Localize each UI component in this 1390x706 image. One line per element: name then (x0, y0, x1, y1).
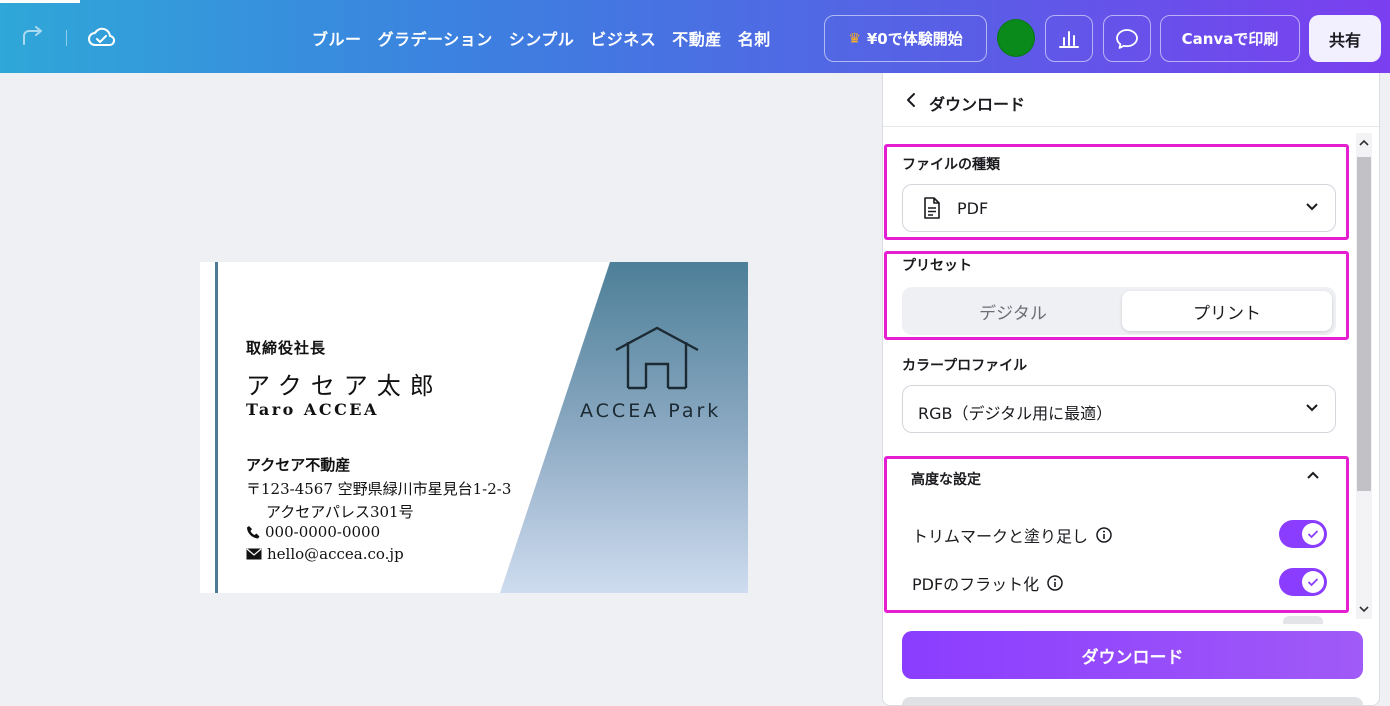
toolbar-divider (66, 30, 67, 46)
scroll-peek (1283, 616, 1323, 624)
canva-print-button[interactable]: Canvaで印刷 (1160, 15, 1300, 62)
scrollbar-thumb[interactable] (1357, 157, 1371, 491)
nav-blue[interactable]: ブルー (312, 26, 362, 50)
trim-marks-option: トリムマークと塗り足し (912, 523, 1112, 547)
share-button[interactable]: 共有 (1309, 15, 1381, 62)
nav-business-card[interactable]: 名刺 (738, 26, 771, 50)
file-type-value: PDF (957, 199, 989, 218)
nav-real-estate[interactable]: 不動産 (672, 26, 722, 50)
download-button[interactable]: ダウンロード (902, 631, 1363, 679)
card-logo-text: ACCEA Park (580, 400, 722, 422)
preset-segmented-control: デジタル プリント (902, 287, 1336, 335)
top-toolbar: ブルー グラデーション シンプル ビジネス 不動産 名刺 ♛ ¥0で体験開始 C… (0, 0, 1390, 73)
card-address-line1: 〒123-4567 空野県緑川市星見台1-2-3 (246, 480, 512, 498)
nav-gradation[interactable]: グラデーション (378, 26, 493, 50)
pdf-flatten-option: PDFのフラット化 (912, 571, 1063, 595)
card-gradient-band (500, 262, 748, 593)
top-strip (0, 0, 80, 3)
card-address-line2: アクセアパレス301号 (266, 503, 414, 521)
card-email-text: hello@accea.co.jp (267, 545, 404, 563)
comment-icon (1116, 28, 1138, 49)
template-category-nav: ブルー グラデーション シンプル ビジネス 不動産 名刺 (312, 26, 771, 50)
download-panel-header: ダウンロード (883, 73, 1379, 127)
advanced-settings-title[interactable]: 高度な設定 (911, 469, 981, 489)
scroll-down-arrow-icon[interactable] (1358, 603, 1370, 615)
pdf-flatten-toggle[interactable] (1279, 568, 1327, 596)
chevron-up-icon[interactable] (1306, 470, 1320, 480)
document-icon (924, 197, 940, 219)
toggle-knob (1302, 571, 1324, 593)
bar-chart-icon (1059, 30, 1079, 48)
nav-business[interactable]: ビジネス (590, 26, 656, 50)
pdf-flatten-label: PDFのフラット化 (912, 575, 1040, 594)
cloud-saved-icon[interactable] (86, 22, 116, 52)
chevron-down-icon (1306, 203, 1318, 211)
card-phone-text: 000-0000-0000 (265, 523, 381, 541)
trim-marks-label: トリムマークと塗り足し (912, 527, 1089, 546)
phone-icon (247, 525, 260, 538)
toggle-knob (1302, 523, 1324, 545)
color-profile-select[interactable]: RGB（デジタル用に最適） (902, 385, 1336, 433)
color-profile-label: カラープロファイル (902, 358, 1028, 374)
trim-marks-toggle[interactable] (1279, 520, 1327, 548)
color-profile-value: RGB（デジタル用に最適） (918, 404, 1113, 423)
house-logo-icon (615, 326, 699, 390)
check-icon (1307, 530, 1319, 539)
panel-title: ダウンロード (929, 95, 1026, 114)
back-chevron-icon[interactable] (903, 91, 919, 109)
mail-icon (246, 548, 262, 560)
card-email: hello@accea.co.jp (246, 545, 404, 563)
card-title: 取締役社長 (246, 339, 327, 357)
business-card[interactable]: 取締役社長 アクセア太郎 Taro ACCEA アクセア不動産 〒123-456… (200, 262, 748, 593)
file-type-label: ファイルの種類 (902, 157, 1000, 173)
secondary-bar (902, 697, 1363, 705)
card-name-roman: Taro ACCEA (246, 400, 379, 419)
redo-icon[interactable] (18, 22, 48, 52)
avatar[interactable] (997, 19, 1035, 57)
info-icon[interactable] (1047, 575, 1063, 591)
card-company: アクセア不動産 (246, 456, 351, 474)
download-panel: ダウンロード ファイルの種類 PDF プリセット デジタル プリント カラープロ… (882, 73, 1380, 706)
scroll-up-arrow-icon[interactable] (1358, 137, 1370, 149)
chevron-down-icon (1306, 404, 1318, 412)
check-icon (1307, 578, 1319, 587)
free-trial-button[interactable]: ♛ ¥0で体験開始 (824, 15, 987, 62)
insights-button[interactable] (1045, 15, 1093, 62)
free-trial-label: ¥0で体験開始 (866, 30, 963, 48)
card-phone: 000-0000-0000 (246, 523, 380, 541)
preset-digital-option[interactable]: デジタル (906, 291, 1120, 331)
comment-button[interactable] (1103, 15, 1151, 62)
info-icon[interactable] (1096, 527, 1112, 543)
card-name: アクセア太郎 (246, 372, 443, 400)
preset-label: プリセット (902, 258, 972, 274)
nav-simple[interactable]: シンプル (509, 26, 575, 50)
file-type-select[interactable]: PDF (902, 184, 1336, 232)
card-accent-line (215, 262, 218, 593)
preset-print-option[interactable]: プリント (1122, 291, 1332, 331)
crown-icon: ♛ (848, 30, 861, 47)
